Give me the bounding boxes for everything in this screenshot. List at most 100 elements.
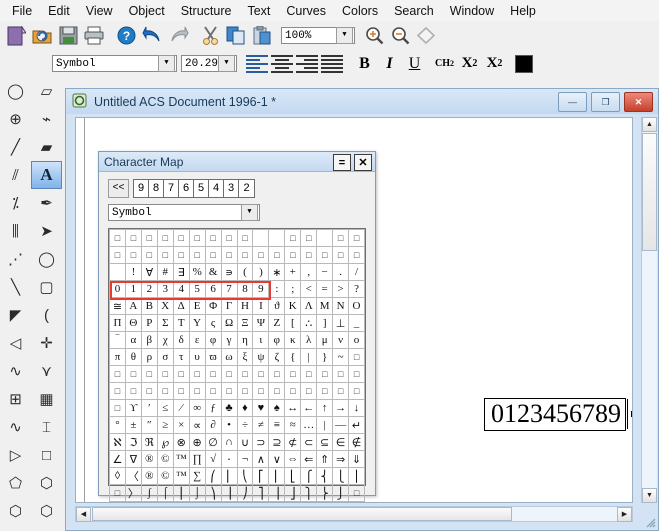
character-cell[interactable]: □ bbox=[204, 365, 222, 383]
character-cell[interactable]: □ bbox=[332, 382, 350, 400]
character-cell[interactable] bbox=[268, 229, 286, 247]
character-cell[interactable]: ~ bbox=[332, 348, 350, 366]
italic-button[interactable]: I bbox=[377, 52, 402, 75]
character-cell[interactable]: ∨ bbox=[268, 450, 286, 468]
character-cell[interactable]: Α bbox=[124, 297, 142, 315]
subscript-button[interactable]: X2 bbox=[457, 52, 482, 75]
character-cell[interactable]: ⇒ bbox=[332, 450, 350, 468]
character-cell[interactable]: 2 bbox=[140, 280, 158, 298]
character-cell[interactable]: ℜ bbox=[140, 433, 158, 451]
character-cell[interactable]: □ bbox=[188, 365, 206, 383]
orbital-tool[interactable]: ⋎ bbox=[31, 357, 62, 385]
character-cell[interactable] bbox=[316, 229, 334, 247]
character-cell[interactable]: Υ bbox=[188, 314, 206, 332]
character-cell[interactable]: 8 bbox=[236, 280, 254, 298]
character-cell[interactable]: □ bbox=[284, 382, 302, 400]
character-cell[interactable]: ® bbox=[140, 450, 158, 468]
character-cell[interactable]: … bbox=[300, 416, 318, 434]
align-left-button[interactable] bbox=[244, 52, 269, 75]
character-cell[interactable]: ο bbox=[348, 331, 365, 349]
character-cell[interactable]: ς bbox=[204, 314, 222, 332]
menu-item-edit[interactable]: Edit bbox=[40, 2, 78, 20]
align-center-button[interactable] bbox=[269, 52, 294, 75]
character-cell[interactable]: ⎩ bbox=[332, 467, 350, 485]
scroll-right-arrow-icon[interactable]: ▶ bbox=[617, 506, 632, 522]
character-cell[interactable]: ∩ bbox=[220, 433, 238, 451]
arc-tool[interactable]: ( bbox=[31, 301, 62, 329]
character-cell[interactable]: ↵ bbox=[348, 416, 365, 434]
character-cell[interactable]: ⎟ bbox=[220, 484, 238, 502]
character-cell[interactable]: / bbox=[348, 263, 365, 281]
character-cell[interactable]: _ bbox=[348, 314, 365, 332]
character-cell[interactable]: Ο bbox=[348, 297, 365, 315]
character-cell[interactable]: ⎡ bbox=[252, 467, 270, 485]
character-cell[interactable]: □ bbox=[348, 246, 365, 264]
character-cell[interactable]: φ bbox=[268, 331, 286, 349]
character-cell[interactable]: τ bbox=[172, 348, 190, 366]
character-cell[interactable]: ⇑ bbox=[316, 450, 334, 468]
horizontal-scrollbar[interactable]: ◀ ▶ bbox=[75, 506, 633, 522]
superscript-button[interactable]: X2 bbox=[482, 52, 507, 75]
character-cell[interactable]: < bbox=[300, 280, 318, 298]
undo-icon[interactable] bbox=[139, 23, 165, 49]
character-map-font-combo[interactable]: Symbol ▼ bbox=[108, 204, 260, 221]
previous-page-button[interactable]: << bbox=[108, 179, 129, 198]
character-cell[interactable]: ⁄ bbox=[172, 399, 190, 417]
character-cell[interactable]: ♣ bbox=[220, 399, 238, 417]
character-cell[interactable]: ⎜ bbox=[220, 467, 238, 485]
character-cell[interactable]: ′ bbox=[140, 399, 158, 417]
character-cell[interactable]: □ bbox=[284, 246, 302, 264]
character-cell[interactable]: { bbox=[284, 348, 302, 366]
character-cell[interactable]: ∍ bbox=[220, 263, 238, 281]
scroll-up-arrow-icon[interactable]: ▲ bbox=[642, 117, 657, 132]
character-cell[interactable]: ϖ bbox=[204, 348, 222, 366]
page-button-4[interactable]: 4 bbox=[209, 180, 224, 197]
wedge-bond-tool[interactable]: ◤ bbox=[0, 301, 31, 329]
character-cell[interactable]: . bbox=[332, 263, 350, 281]
character-cell[interactable]: 3 bbox=[156, 280, 174, 298]
character-cell[interactable]: □ bbox=[188, 246, 206, 264]
character-cell[interactable]: : bbox=[268, 280, 286, 298]
character-cell[interactable]: [ bbox=[284, 314, 302, 332]
character-cell[interactable]: ™ bbox=[172, 467, 190, 485]
character-cell[interactable]: # bbox=[156, 263, 174, 281]
character-cell[interactable]: ] bbox=[316, 314, 334, 332]
character-cell[interactable]: ⎫ bbox=[300, 484, 318, 502]
character-cell[interactable]: 1 bbox=[124, 280, 142, 298]
character-cell[interactable]: Λ bbox=[300, 297, 318, 315]
character-cell[interactable]: Χ bbox=[156, 297, 174, 315]
character-cell[interactable]: □ bbox=[140, 382, 158, 400]
character-cell[interactable]: ⊂ bbox=[300, 433, 318, 451]
character-cell[interactable]: □ bbox=[252, 365, 270, 383]
character-cell[interactable]: □ bbox=[109, 246, 126, 264]
character-cell[interactable]: □ bbox=[204, 382, 222, 400]
character-cell[interactable]: ( bbox=[236, 263, 254, 281]
character-cell[interactable]: □ bbox=[172, 229, 190, 247]
character-cell[interactable]: ∴ bbox=[300, 314, 318, 332]
character-cell[interactable]: □ bbox=[220, 382, 238, 400]
character-cell[interactable]: γ bbox=[220, 331, 238, 349]
character-cell[interactable]: □ bbox=[300, 365, 318, 383]
character-cell[interactable]: } bbox=[316, 348, 334, 366]
character-cell[interactable]: ∫ bbox=[140, 484, 158, 502]
help-icon[interactable]: ? bbox=[113, 23, 139, 49]
character-cell[interactable]: ♥ bbox=[252, 399, 270, 417]
restore-button[interactable]: ❐ bbox=[591, 92, 620, 112]
character-cell[interactable]: ≈ bbox=[284, 416, 302, 434]
character-cell[interactable]: □ bbox=[109, 365, 126, 383]
horizontal-scroll-thumb[interactable] bbox=[92, 507, 512, 521]
character-cell[interactable]: ≥ bbox=[156, 416, 174, 434]
character-cell[interactable]: ⎪ bbox=[348, 467, 365, 485]
chevron-down-icon[interactable]: ▼ bbox=[218, 55, 235, 72]
scroll-down-arrow-icon[interactable]: ▼ bbox=[642, 488, 657, 503]
character-cell[interactable]: 〉 bbox=[124, 484, 142, 502]
vertical-scrollbar[interactable]: ▲ ▼ bbox=[641, 117, 657, 503]
character-cell[interactable]: □ bbox=[268, 246, 286, 264]
character-cell[interactable]: ◊ bbox=[109, 467, 126, 485]
character-cell[interactable]: ⊇ bbox=[268, 433, 286, 451]
rotate-tool[interactable]: ⊕ bbox=[0, 105, 31, 133]
character-cell[interactable]: © bbox=[156, 450, 174, 468]
resize-grip-icon[interactable] bbox=[643, 515, 656, 528]
page-button-2[interactable]: 2 bbox=[239, 180, 254, 197]
single-bond-tool[interactable]: ╱ bbox=[0, 133, 31, 161]
